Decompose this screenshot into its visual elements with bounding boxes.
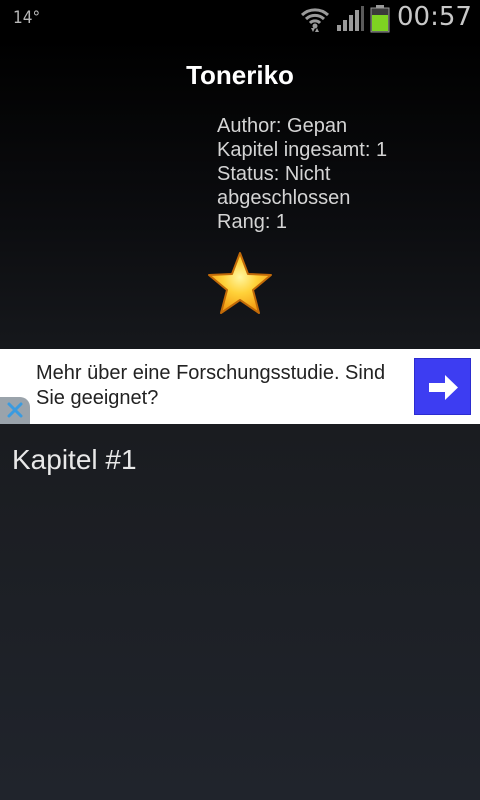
ad-banner[interactable]: Mehr über eine Forschungsstudie. Sind Si… (0, 349, 480, 424)
rank-label: Rang: 1 (217, 211, 288, 233)
battery-icon (370, 5, 390, 33)
author-label: Author: Gepan (217, 115, 348, 137)
star-icon[interactable] (206, 250, 274, 318)
chapter-list: Kapitel #1 (0, 424, 480, 800)
manga-info: Author: Gepan Kapitel ingesamt: 1 Status… (217, 114, 457, 234)
signal-icon (337, 6, 364, 31)
temperature-indicator: 14° (13, 8, 41, 28)
ad-text: Mehr über eine Forschungsstudie. Sind Si… (36, 362, 386, 409)
manga-title: Toneriko (186, 60, 294, 90)
manga-header: Toneriko Author: Gepan Kapitel ingesamt:… (0, 38, 480, 349)
status-bar: 14° 00:57 (0, 0, 480, 38)
list-item[interactable]: Kapitel #1 (12, 444, 137, 476)
status-label: Status: Nicht abgeschlossen (217, 163, 351, 209)
ad-action-button[interactable] (414, 358, 471, 415)
clock: 00:57 (397, 2, 472, 32)
arrow-right-icon (429, 375, 458, 400)
ad-close-button[interactable] (0, 397, 30, 424)
close-icon (7, 402, 23, 418)
chapters-total-label: Kapitel ingesamt: 1 (217, 139, 388, 161)
wifi-icon (300, 8, 330, 32)
